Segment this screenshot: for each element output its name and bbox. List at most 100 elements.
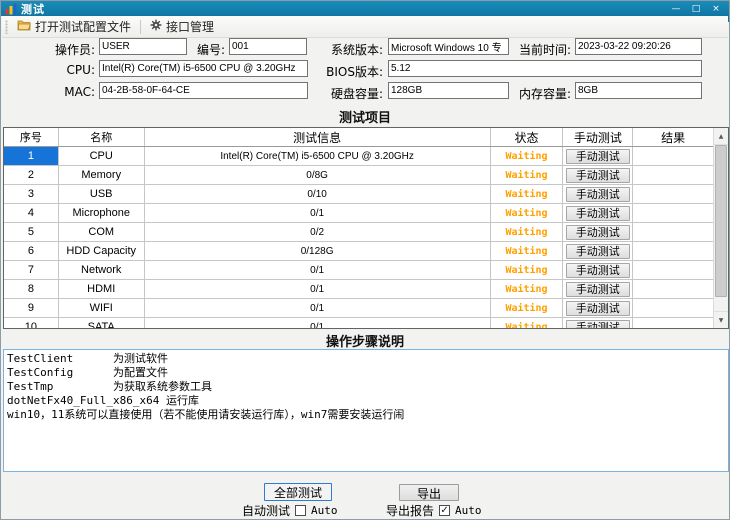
table-header-row: 序号 名称 测试信息 状态 手动测试 结果 bbox=[4, 128, 713, 147]
open-config-label: 打开测试配置文件 bbox=[35, 18, 131, 35]
cell-name[interactable]: COM bbox=[59, 223, 145, 241]
manual-test-button[interactable]: 手动测试 bbox=[566, 168, 630, 183]
col-header-status: 状态 bbox=[491, 128, 564, 146]
col-header-manual: 手动测试 bbox=[563, 128, 633, 146]
cell-status: Waiting bbox=[491, 166, 564, 184]
open-config-button[interactable]: 打开测试配置文件 bbox=[13, 17, 135, 36]
table-row[interactable]: 8 HDMI 0/1 Waiting 手动测试 bbox=[4, 280, 713, 299]
cell-no[interactable]: 4 bbox=[4, 204, 59, 222]
title-bar: 测试 — □ × bbox=[1, 1, 729, 16]
table-row[interactable]: 3 USB 0/10 Waiting 手动测试 bbox=[4, 185, 713, 204]
cell-no[interactable]: 7 bbox=[4, 261, 59, 279]
cell-name[interactable]: SATA bbox=[59, 318, 145, 328]
cell-info[interactable]: 0/1 bbox=[145, 299, 491, 317]
cell-info[interactable]: 0/1 bbox=[145, 280, 491, 298]
memory-capacity-input[interactable] bbox=[575, 82, 702, 99]
table-row[interactable]: 4 Microphone 0/1 Waiting 手动测试 bbox=[4, 204, 713, 223]
cell-result bbox=[633, 147, 713, 165]
cell-name[interactable]: Network bbox=[59, 261, 145, 279]
cell-status: Waiting bbox=[491, 318, 564, 328]
cell-result bbox=[633, 242, 713, 260]
cell-result bbox=[633, 261, 713, 279]
cell-info[interactable]: 0/1 bbox=[145, 261, 491, 279]
cell-no[interactable]: 8 bbox=[4, 280, 59, 298]
scrollbar-thumb[interactable] bbox=[715, 145, 727, 297]
cell-info[interactable]: 0/1 bbox=[145, 204, 491, 222]
cpu-input[interactable] bbox=[99, 60, 308, 77]
cell-name[interactable]: Memory bbox=[59, 166, 145, 184]
cell-status: Waiting bbox=[491, 299, 564, 317]
cell-info[interactable]: Intel(R) Core(TM) i5-6500 CPU @ 3.20GHz bbox=[145, 147, 491, 165]
table-row[interactable]: 6 HDD Capacity 0/128G Waiting 手动测试 bbox=[4, 242, 713, 261]
manual-test-button[interactable]: 手动测试 bbox=[566, 282, 630, 297]
operator-label: 操作员: bbox=[31, 41, 95, 58]
manual-test-button[interactable]: 手动测试 bbox=[566, 244, 630, 259]
manual-test-button[interactable]: 手动测试 bbox=[566, 320, 630, 329]
manual-test-button[interactable]: 手动测试 bbox=[566, 263, 630, 278]
auto-test-label: 自动测试 bbox=[242, 502, 290, 519]
table-row[interactable]: 5 COM 0/2 Waiting 手动测试 bbox=[4, 223, 713, 242]
table-row[interactable]: 2 Memory 0/8G Waiting 手动测试 bbox=[4, 166, 713, 185]
export-report-checkbox[interactable]: ✓ bbox=[439, 505, 450, 516]
test-items-table: 序号 名称 测试信息 状态 手动测试 结果 1 CPU Intel(R) Cor… bbox=[3, 127, 729, 329]
interface-mgmt-button[interactable]: 接口管理 bbox=[146, 17, 218, 36]
table-row[interactable]: 10 SATA 0/1 Waiting 手动测试 bbox=[4, 318, 713, 328]
steps-text: TestClient 为测试软件 TestConfig 为配置文件 TestTm… bbox=[4, 350, 728, 424]
cell-name[interactable]: WIFI bbox=[59, 299, 145, 317]
cell-name[interactable]: HDD Capacity bbox=[59, 242, 145, 260]
hdd-capacity-input[interactable] bbox=[388, 82, 509, 99]
os-version-input[interactable] bbox=[388, 38, 509, 55]
cell-info[interactable]: 0/1 bbox=[145, 318, 491, 328]
cell-name[interactable]: CPU bbox=[59, 147, 145, 165]
cell-status: Waiting bbox=[491, 261, 564, 279]
cell-no[interactable]: 2 bbox=[4, 166, 59, 184]
cell-info[interactable]: 0/10 bbox=[145, 185, 491, 203]
manual-test-button[interactable]: 手动测试 bbox=[566, 206, 630, 221]
test-all-button[interactable]: 全部测试 bbox=[264, 483, 332, 501]
cell-status: Waiting bbox=[491, 147, 564, 165]
mac-input[interactable] bbox=[99, 82, 308, 99]
cell-name[interactable]: Microphone bbox=[59, 204, 145, 222]
mac-label: MAC: bbox=[31, 85, 95, 99]
table-scrollbar[interactable]: ▲ ▼ bbox=[713, 128, 728, 328]
cell-name[interactable]: USB bbox=[59, 185, 145, 203]
cell-no[interactable]: 5 bbox=[4, 223, 59, 241]
manual-test-button[interactable]: 手动测试 bbox=[566, 225, 630, 240]
test-items-title: 测试项目 bbox=[1, 107, 729, 126]
cell-status: Waiting bbox=[491, 242, 564, 260]
manual-test-button[interactable]: 手动测试 bbox=[566, 301, 630, 316]
table-row[interactable]: 1 CPU Intel(R) Core(TM) i5-6500 CPU @ 3.… bbox=[4, 147, 713, 166]
table-row[interactable]: 7 Network 0/1 Waiting 手动测试 bbox=[4, 261, 713, 280]
export-button[interactable]: 导出 bbox=[399, 484, 459, 501]
steps-panel[interactable]: TestClient 为测试软件 TestConfig 为配置文件 TestTm… bbox=[3, 349, 729, 472]
current-time-input[interactable] bbox=[575, 38, 702, 55]
manual-test-button[interactable]: 手动测试 bbox=[566, 187, 630, 202]
memory-capacity-label: 内存容量: bbox=[503, 85, 571, 102]
cell-no[interactable]: 1 bbox=[4, 147, 59, 165]
cell-no[interactable]: 6 bbox=[4, 242, 59, 260]
cell-no[interactable]: 3 bbox=[4, 185, 59, 203]
operator-input[interactable] bbox=[99, 38, 187, 55]
cell-result bbox=[633, 223, 713, 241]
table-row[interactable]: 9 WIFI 0/1 Waiting 手动测试 bbox=[4, 299, 713, 318]
manual-test-button[interactable]: 手动测试 bbox=[566, 149, 630, 164]
cell-info[interactable]: 0/128G bbox=[145, 242, 491, 260]
cell-info[interactable]: 0/8G bbox=[145, 166, 491, 184]
cell-no[interactable]: 10 bbox=[4, 318, 59, 328]
serial-label: 编号: bbox=[179, 41, 225, 58]
bios-version-input[interactable] bbox=[388, 60, 702, 77]
auto-test-checkbox[interactable] bbox=[295, 505, 306, 516]
cell-result bbox=[633, 166, 713, 184]
cell-info[interactable]: 0/2 bbox=[145, 223, 491, 241]
serial-input[interactable] bbox=[229, 38, 307, 55]
scroll-down-icon[interactable]: ▼ bbox=[714, 311, 728, 328]
minimize-button[interactable]: — bbox=[669, 3, 683, 15]
current-time-label: 当前时间: bbox=[503, 41, 571, 58]
close-button[interactable]: × bbox=[709, 3, 723, 15]
cell-no[interactable]: 9 bbox=[4, 299, 59, 317]
cell-name[interactable]: HDMI bbox=[59, 280, 145, 298]
maximize-button[interactable]: □ bbox=[689, 3, 703, 15]
scroll-up-icon[interactable]: ▲ bbox=[714, 128, 728, 145]
app-window: 测试 — □ × 打开测试配置文件 bbox=[0, 0, 730, 520]
cell-result bbox=[633, 318, 713, 328]
